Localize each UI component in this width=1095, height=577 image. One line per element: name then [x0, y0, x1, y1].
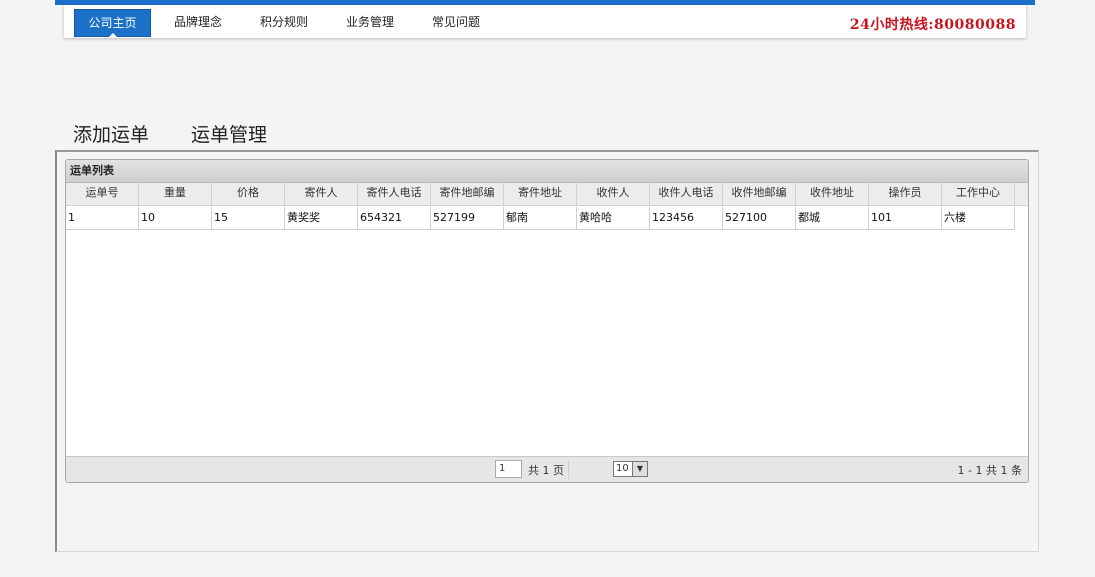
table-cell: 15: [212, 207, 285, 230]
column-header[interactable]: 收件人: [577, 183, 650, 205]
table-cell: 654321: [358, 207, 431, 230]
pager-separator: [568, 461, 569, 479]
nav-home[interactable]: 公司主页: [74, 9, 151, 37]
table-cell: 527199: [431, 207, 504, 230]
nav-faq[interactable]: 常见问题: [418, 9, 494, 37]
hotline-text: 24小时热线:80080088: [849, 17, 1016, 33]
table-cell: 123456: [650, 207, 723, 230]
grid-header: 运单号 重量 价格 寄件人 寄件人电话 寄件地邮编 寄件地址 收件人 收件人电话 收件地邮编 收件地…: [66, 183, 1028, 206]
chevron-down-icon[interactable]: ▼: [632, 462, 647, 476]
column-header[interactable]: 操作员: [869, 183, 942, 205]
table-cell: 六楼: [942, 207, 1015, 230]
table-cell: 10: [139, 207, 212, 230]
column-header[interactable]: 收件地址: [796, 183, 869, 205]
column-header[interactable]: 运单号: [66, 183, 139, 205]
column-header[interactable]: 寄件人电话: [358, 183, 431, 205]
nav-business[interactable]: 业务管理: [332, 9, 408, 37]
column-header[interactable]: 寄件地址: [504, 183, 577, 205]
column-header[interactable]: 重量: [139, 183, 212, 205]
column-header[interactable]: 收件地邮编: [723, 183, 796, 205]
table-cell: 黄哈哈: [577, 207, 650, 230]
page-total-text: 共 1 页: [528, 464, 564, 477]
table-cell: 郁南: [504, 207, 577, 230]
table-cell: 527100: [723, 207, 796, 230]
table-cell: 都城: [796, 207, 869, 230]
nav-points-rules[interactable]: 积分规则: [246, 9, 322, 37]
table-cell: 黄奖奖: [285, 207, 358, 230]
grid-pager: 1 共 1 页 10 ▼ 1 - 1 共 1 条: [66, 456, 1028, 482]
page-number-input[interactable]: 1: [495, 460, 522, 478]
page-size-select[interactable]: 10 ▼: [613, 461, 648, 477]
column-header[interactable]: 收件人电话: [650, 183, 723, 205]
waybill-grid: 运单列表 运单号 重量 价格 寄件人 寄件人电话 寄件地邮编 寄件地址 收件人 收件人电话 收件地…: [65, 159, 1029, 483]
table-cell: 101: [869, 207, 942, 230]
column-header[interactable]: 工作中心: [942, 183, 1015, 205]
tab-add-waybill[interactable]: 添加运单: [73, 120, 149, 147]
page-size-value: 10: [616, 463, 629, 474]
main-navbar: 公司主页 品牌理念 积分规则 业务管理 常见问题 24小时热线:80080088: [64, 5, 1026, 38]
table-cell: 1: [66, 207, 139, 230]
nav-brand[interactable]: 品牌理念: [160, 9, 236, 37]
column-header[interactable]: 寄件人: [285, 183, 358, 205]
tab-manage-waybill[interactable]: 运单管理: [191, 120, 267, 147]
table-row[interactable]: 1 10 15 黄奖奖 654321 527199 郁南 黄哈哈 123456 527100 都城 1…: [66, 207, 1015, 230]
pager-record-info: 1 - 1 共 1 条: [957, 464, 1022, 477]
column-header[interactable]: 寄件地邮编: [431, 183, 504, 205]
grid-title: 运单列表: [66, 160, 1028, 183]
column-header[interactable]: 价格: [212, 183, 285, 205]
